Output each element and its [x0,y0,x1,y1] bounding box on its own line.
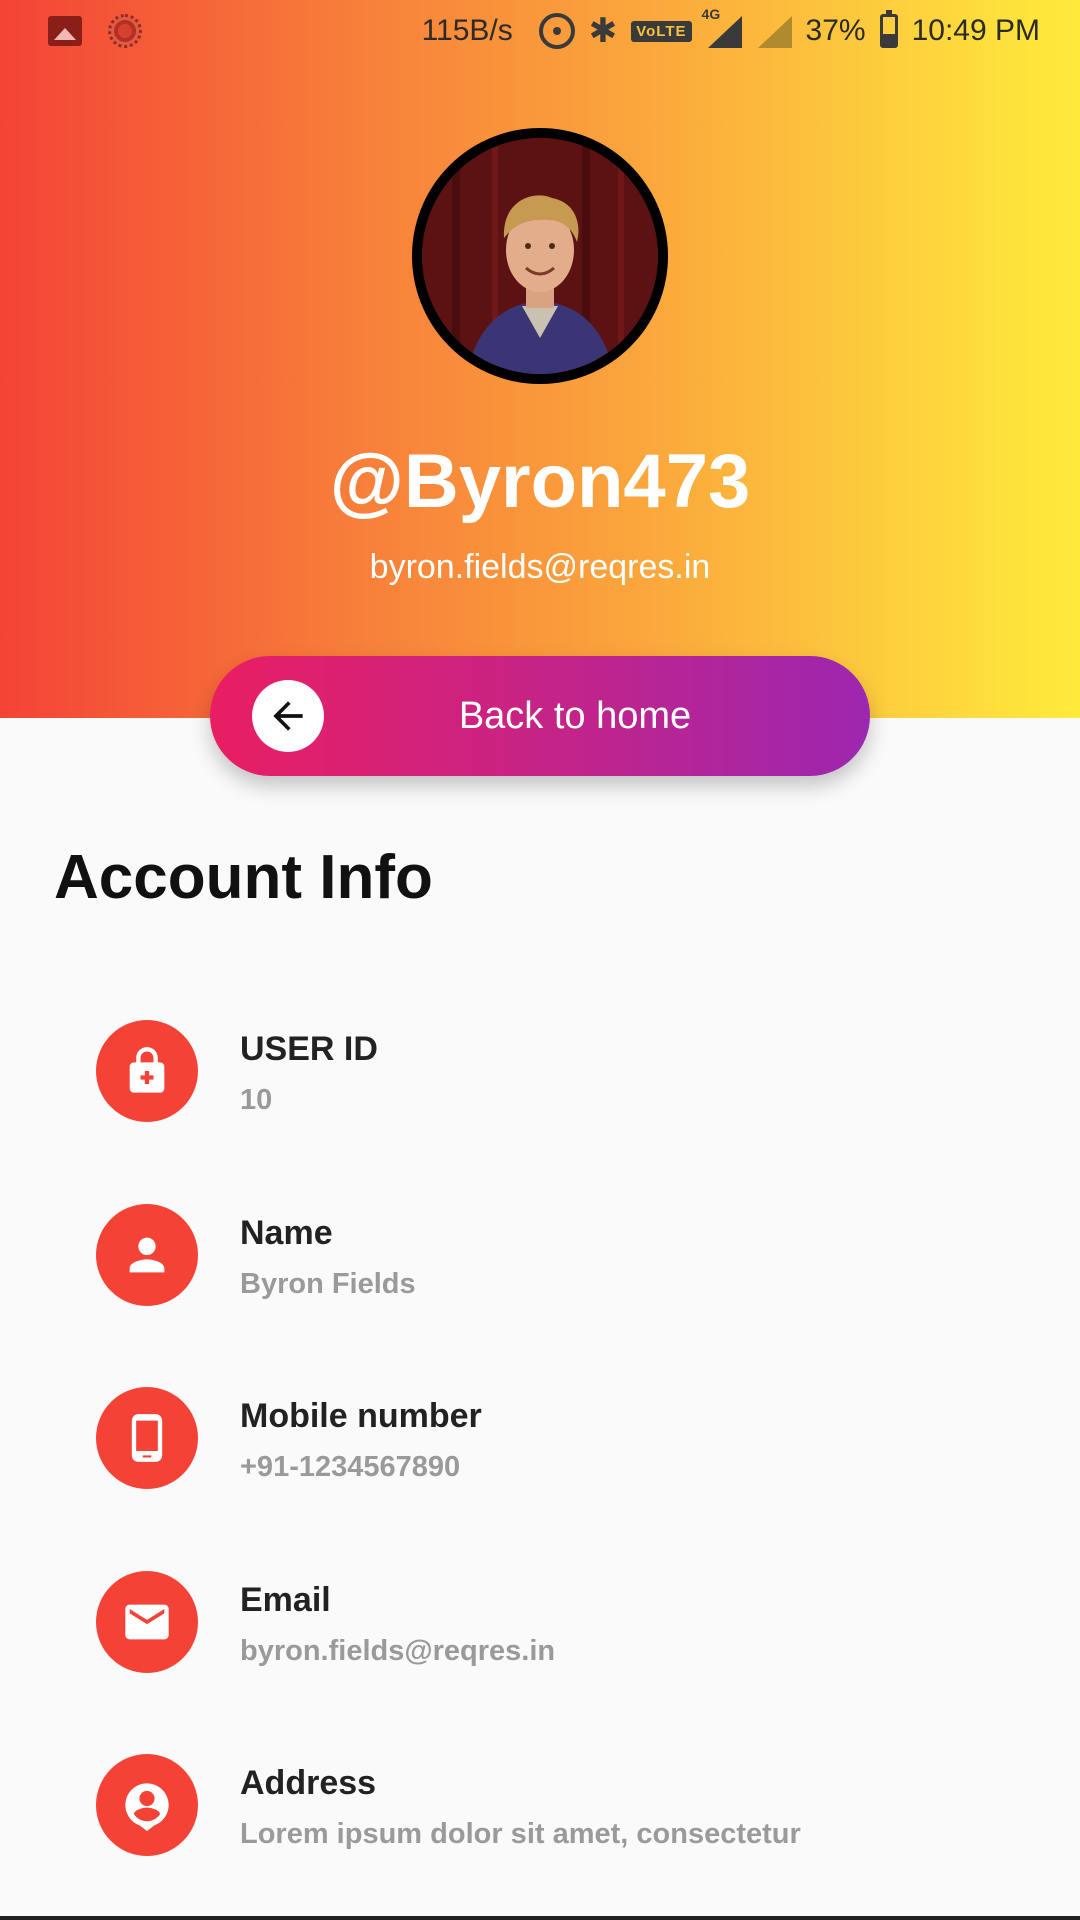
profile-avatar [412,128,668,384]
volte-icon: VoLTE [631,20,692,42]
account-info-title: Account Info [54,843,433,912]
net-speed: 115B/s [421,14,513,47]
account-info-list: USER ID 10 Name Byron Fields Mobile numb… [0,1020,1080,1920]
mail-icon [96,1570,198,1673]
info-value: Lorem ipsum dolor sit amet, consectetur [240,1818,801,1850]
info-value: 10 [240,1084,273,1116]
battery-charging-icon [879,10,898,48]
profile-username: @Byron473 [329,439,751,524]
info-value: byron.fields@reqres.in [240,1634,556,1667]
list-item-address: Address Lorem ipsum dolor sit amet, cons… [0,1754,1080,1920]
signal-4g-icon: 4G [702,6,742,48]
sync-spinner-icon [108,14,142,48]
info-label: Address [240,1764,377,1802]
bluetooth-icon: ✱ [588,12,618,50]
network-type: 4G [701,6,721,22]
list-item-name: Name Byron Fields [0,1203,1080,1388]
status-bar: 115B/s ✱ VoLTE 4G 37% 10:49 PM [0,0,1080,62]
gallery-icon [48,16,82,46]
back-to-home-button[interactable]: Back to home [210,656,870,776]
profile-email: byron.fields@reqres.in [369,548,711,586]
avatar-photo [422,138,658,374]
info-label: Name [240,1213,333,1252]
lock-icon [96,1020,198,1122]
profile-screen: 115B/s ✱ VoLTE 4G 37% 10:49 PM @Byron473… [0,0,1080,1920]
back-to-home-label: Back to home [458,694,692,737]
info-label: USER ID [240,1030,378,1068]
person-icon [96,1203,198,1306]
list-item-mobile: Mobile number +91-1234567890 [0,1387,1080,1571]
list-item-user-id: USER ID 10 [0,1020,1080,1204]
battery-percent: 37% [805,14,866,47]
signal-no-service-icon [756,14,792,48]
info-label: Email [240,1580,331,1619]
clock: 10:49 PM [911,14,1040,47]
bottom-divider [0,1916,1080,1920]
hotspot-icon [538,13,575,49]
info-value: Byron Fields [240,1267,416,1300]
info-value: +91-1234567890 [240,1451,461,1483]
phone-icon [96,1387,198,1489]
location-person-icon [96,1754,198,1856]
list-item-email: Email byron.fields@reqres.in [0,1570,1080,1755]
info-label: Mobile number [240,1397,482,1435]
